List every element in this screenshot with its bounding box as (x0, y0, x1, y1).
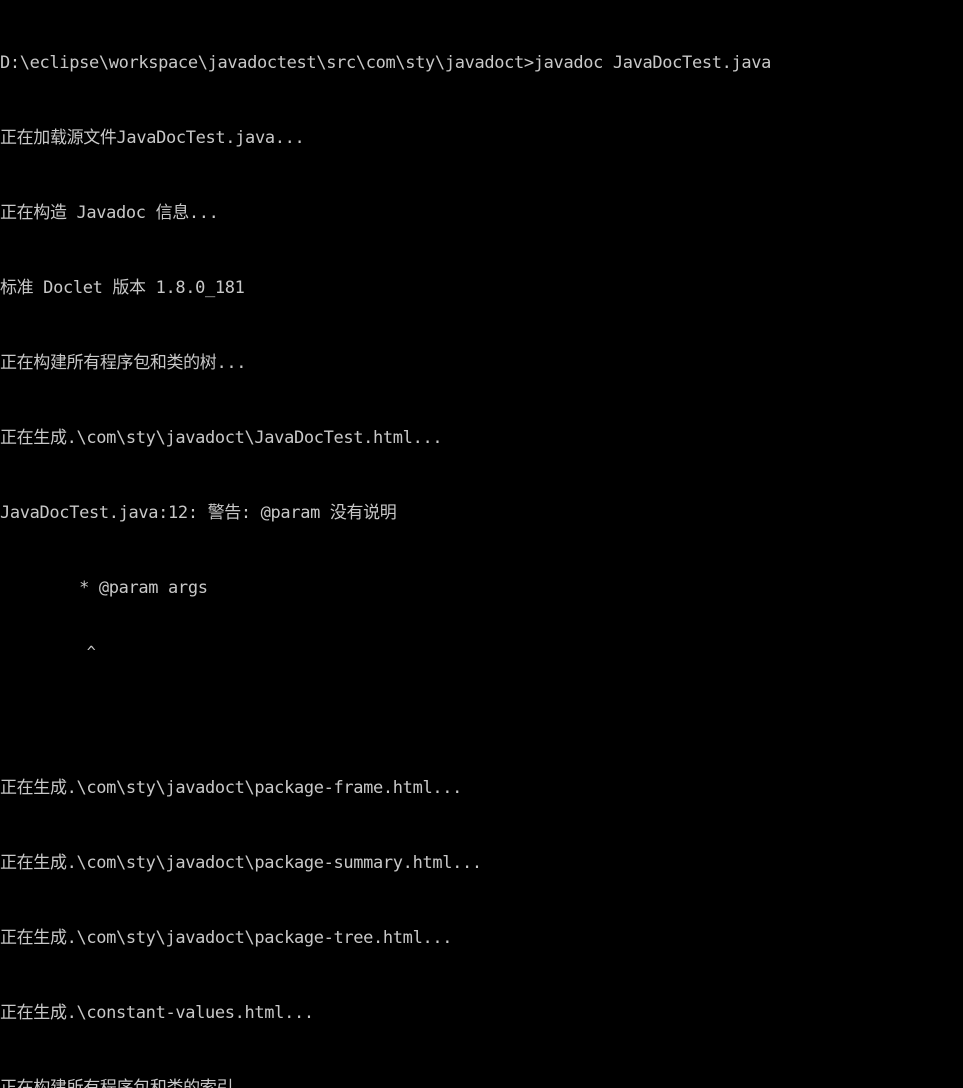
output-line-doclet-version: 标准 Doclet 版本 1.8.0_181 (0, 278, 245, 298)
output-line-constructing-javadoc: 正在构造 Javadoc 信息... (0, 203, 219, 223)
command-prompt-line: D:\eclipse\workspace\javadoctest\src\com… (0, 53, 772, 73)
output-line-generating-package-tree: 正在生成.\com\sty\javadoct\package-tree.html… (0, 928, 453, 948)
output-line-loading-source: 正在加载源文件JavaDocTest.java... (0, 128, 305, 148)
warning-source-snippet-line: * @param args (0, 578, 208, 598)
output-line-building-package-class-tree: 正在构建所有程序包和类的树... (0, 353, 247, 373)
output-line-generating-javadoctest-html: 正在生成.\com\sty\javadoct\JavaDocTest.html.… (0, 428, 443, 448)
output-line-generating-package-frame: 正在生成.\com\sty\javadoct\package-frame.htm… (0, 778, 462, 798)
warning-message-line: JavaDocTest.java:12: 警告: @param 没有说明 (0, 503, 397, 523)
output-line-generating-constant-values: 正在生成.\constant-values.html... (0, 1003, 314, 1023)
output-line-building-package-class-index: 正在构建所有程序包和类的索引... (0, 1078, 263, 1088)
terminal-output-area[interactable]: D:\eclipse\workspace\javadoctest\src\com… (0, 0, 963, 1088)
output-line-generating-package-summary: 正在生成.\com\sty\javadoct\package-summary.h… (0, 853, 482, 873)
